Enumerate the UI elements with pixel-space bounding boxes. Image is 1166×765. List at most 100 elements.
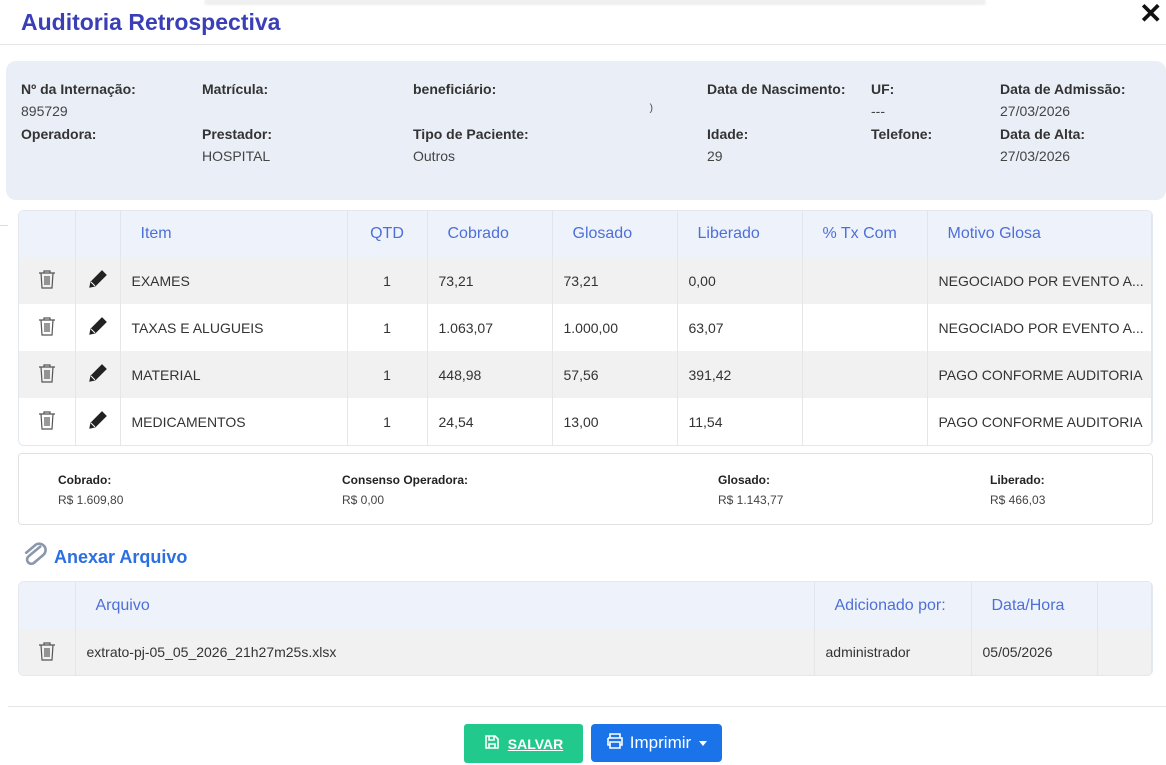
uf-value: ---: [871, 103, 885, 119]
col-edit: [75, 211, 121, 257]
tx-com-cell: [802, 257, 928, 304]
table-row: EXAMES 1 73,21 73,21 0,00 NEGOCIADO POR EVENT…: [19, 257, 1152, 304]
internacao-value: 895729: [21, 103, 68, 119]
idade-label: Idade:: [707, 126, 749, 142]
trash-icon[interactable]: [38, 363, 56, 386]
pencil-icon[interactable]: [87, 362, 109, 387]
liberado-cell: 11,54: [677, 398, 803, 445]
motivo-cell: NEGOCIADO POR EVENTO A...: [927, 304, 1152, 351]
trash-icon[interactable]: [38, 269, 56, 292]
total-glosado-value: R$ 1.143,77: [718, 493, 784, 507]
trash-icon[interactable]: [38, 641, 56, 664]
col-file-extra: [1097, 582, 1152, 629]
liberado-cell: 0,00: [677, 257, 803, 304]
save-label: SALVAR: [507, 735, 564, 752]
paperclip-icon: [22, 540, 48, 575]
cobrado-cell: 24,54: [427, 398, 553, 445]
prestador-label: Prestador:: [202, 126, 273, 142]
delete-cell: [19, 398, 76, 445]
operadora-label: Operadora:: [21, 126, 97, 142]
trash-icon[interactable]: [38, 316, 56, 339]
qtd-cell: 1: [347, 398, 428, 445]
title-divider: [0, 44, 1166, 45]
motivo-cell: PAGO CONFORME AUDITORIA: [927, 398, 1152, 445]
edit-cell: [75, 351, 121, 398]
print-label: Imprimir: [629, 733, 692, 752]
pencil-icon[interactable]: [87, 315, 109, 340]
field-beneficiario: beneficiário: ): [413, 81, 663, 114]
file-extra-cell: [1097, 629, 1152, 675]
table-row: MEDICAMENTOS 1 24,54 13,00 11,54 PAGO CONFORM…: [19, 398, 1152, 445]
field-operadora: Operadora:: [21, 126, 96, 148]
matricula-label: Matrícula:: [202, 81, 269, 97]
admissao-label: Data de Admissão:: [1000, 81, 1126, 97]
items-header-row: Item QTD Cobrado Glosado Liberado % Tx C…: [19, 211, 1152, 257]
chevron-down-icon: [699, 740, 708, 746]
totals-summary: Cobrado: R$ 1.609,80 Consenso Operadora:…: [18, 453, 1153, 525]
trash-icon[interactable]: [38, 410, 56, 433]
file-name[interactable]: extrato-pj-05_05_2026_21h27m25s.xlsx: [75, 629, 815, 675]
anexar-arquivo-link[interactable]: Anexar Arquivo: [22, 540, 187, 575]
total-cobrado: Cobrado: R$ 1.609,80: [58, 473, 123, 507]
col-motivo[interactable]: Motivo Glosa: [927, 211, 1152, 257]
col-delete: [19, 211, 76, 257]
top-shadow-bar: [205, 0, 985, 3]
printer-icon: [606, 732, 624, 754]
admissao-value: 27/03/2026: [1000, 103, 1071, 119]
total-glosado-label: Glosado:: [718, 473, 771, 487]
delete-cell: [19, 351, 76, 398]
close-icon[interactable]: ✕: [1139, 0, 1162, 28]
total-consenso: Consenso Operadora: R$ 0,00: [342, 473, 468, 507]
field-prestador: Prestador: HOSPITAL: [202, 126, 272, 164]
tx-com-cell: [802, 304, 928, 351]
total-consenso-label: Consenso Operadora:: [342, 473, 469, 487]
col-item[interactable]: Item: [120, 211, 348, 257]
motivo-cell: NEGOCIADO POR EVENTO A...: [927, 257, 1152, 304]
tx-com-cell: [802, 351, 928, 398]
beneficiario-value: ): [649, 103, 653, 114]
total-liberado-value: R$ 466,03: [990, 493, 1046, 507]
field-alta: Data de Alta: 27/03/2026: [1000, 126, 1085, 164]
print-dropdown-button[interactable]: Imprimir: [591, 724, 722, 762]
nascimento-label: Data de Nascimento:: [707, 81, 846, 97]
item-cell: MEDICAMENTOS: [120, 398, 348, 445]
liberado-cell: 391,42: [677, 351, 803, 398]
field-idade: Idade: 29: [707, 126, 748, 164]
field-uf: UF: ---: [871, 81, 894, 119]
telefone-label: Telefone:: [871, 126, 933, 142]
tx-com-cell: [802, 398, 928, 445]
table-row: TAXAS E ALUGUEIS 1 1.063,07 1.000,00 63,07 NE…: [19, 304, 1152, 351]
pencil-icon[interactable]: [87, 409, 109, 434]
col-qtd[interactable]: QTD: [347, 211, 428, 257]
total-liberado: Liberado: R$ 466,03: [990, 473, 1045, 507]
col-data-hora[interactable]: Data/Hora: [971, 582, 1098, 629]
col-liberado[interactable]: Liberado: [677, 211, 803, 257]
save-button[interactable]: SALVAR: [464, 724, 583, 763]
qtd-cell: 1: [347, 257, 428, 304]
liberado-cell: 63,07: [677, 304, 803, 351]
delete-cell: [19, 257, 76, 304]
modal-title: Auditoria Retrospectiva: [21, 9, 281, 35]
file-date: 05/05/2026: [971, 629, 1098, 675]
col-file-delete: [19, 582, 76, 629]
pencil-icon[interactable]: [87, 268, 109, 293]
field-nascimento: Data de Nascimento:: [707, 81, 845, 103]
col-cobrado[interactable]: Cobrado: [427, 211, 553, 257]
total-consenso-value: R$ 0,00: [342, 493, 385, 507]
file-row: extrato-pj-05_05_2026_21h27m25s.xlsx adm…: [19, 629, 1152, 675]
beneficiario-label: beneficiário:: [413, 81, 497, 97]
col-glosado[interactable]: Glosado: [552, 211, 678, 257]
table-row: MATERIAL 1 448,98 57,56 391,42 PAGO CONFORME …: [19, 351, 1152, 398]
file-added-by: administrador: [814, 629, 972, 675]
anexar-label: Anexar Arquivo: [54, 547, 188, 567]
col-adicionado[interactable]: Adicionado por:: [814, 582, 972, 629]
glosado-cell: 57,56: [552, 351, 678, 398]
edit-cell: [75, 257, 121, 304]
edit-cell: [75, 398, 121, 445]
qtd-cell: 1: [347, 351, 428, 398]
alta-label: Data de Alta:: [1000, 126, 1086, 142]
col-arquivo[interactable]: Arquivo: [75, 582, 815, 629]
col-tx-com[interactable]: % Tx Com: [802, 211, 928, 257]
item-cell: MATERIAL: [120, 351, 348, 398]
total-liberado-label: Liberado:: [990, 473, 1045, 487]
